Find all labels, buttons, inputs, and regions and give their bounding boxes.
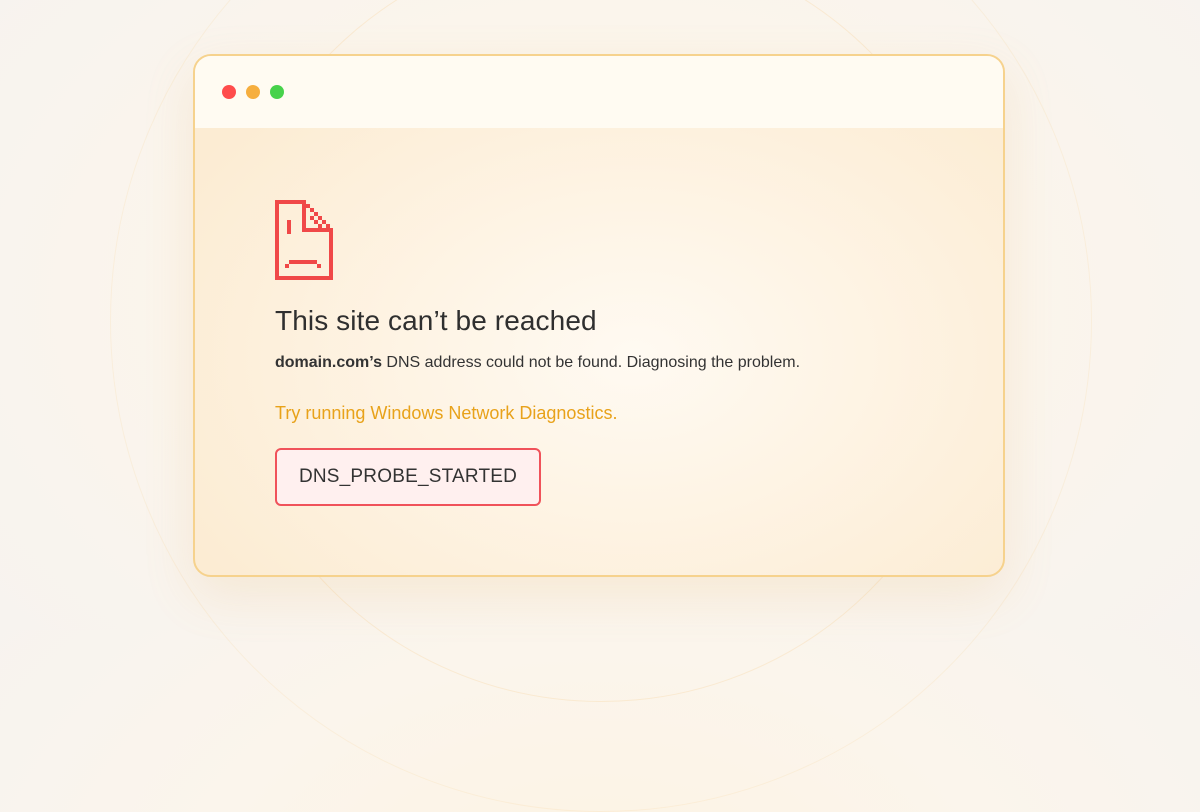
error-message: DNS address could not be found. Diagnosi… xyxy=(381,354,801,371)
title-bar xyxy=(195,56,1003,128)
error-description: domain.com’s DNS address could not be fo… xyxy=(275,354,800,372)
close-window-button[interactable] xyxy=(222,85,236,99)
error-code-badge: DNS_PROBE_STARTED xyxy=(275,448,541,506)
maximize-window-button[interactable] xyxy=(270,85,284,99)
browser-window: This site can’t be reached domain.com’s … xyxy=(193,54,1005,577)
minimize-window-button[interactable] xyxy=(246,85,260,99)
network-diagnostics-link[interactable]: Try running Windows Network Diagnostics. xyxy=(275,403,617,424)
error-title: This site can’t be reached xyxy=(275,305,597,336)
sad-document-icon xyxy=(275,200,333,280)
error-domain: domain.com’s xyxy=(275,354,382,371)
